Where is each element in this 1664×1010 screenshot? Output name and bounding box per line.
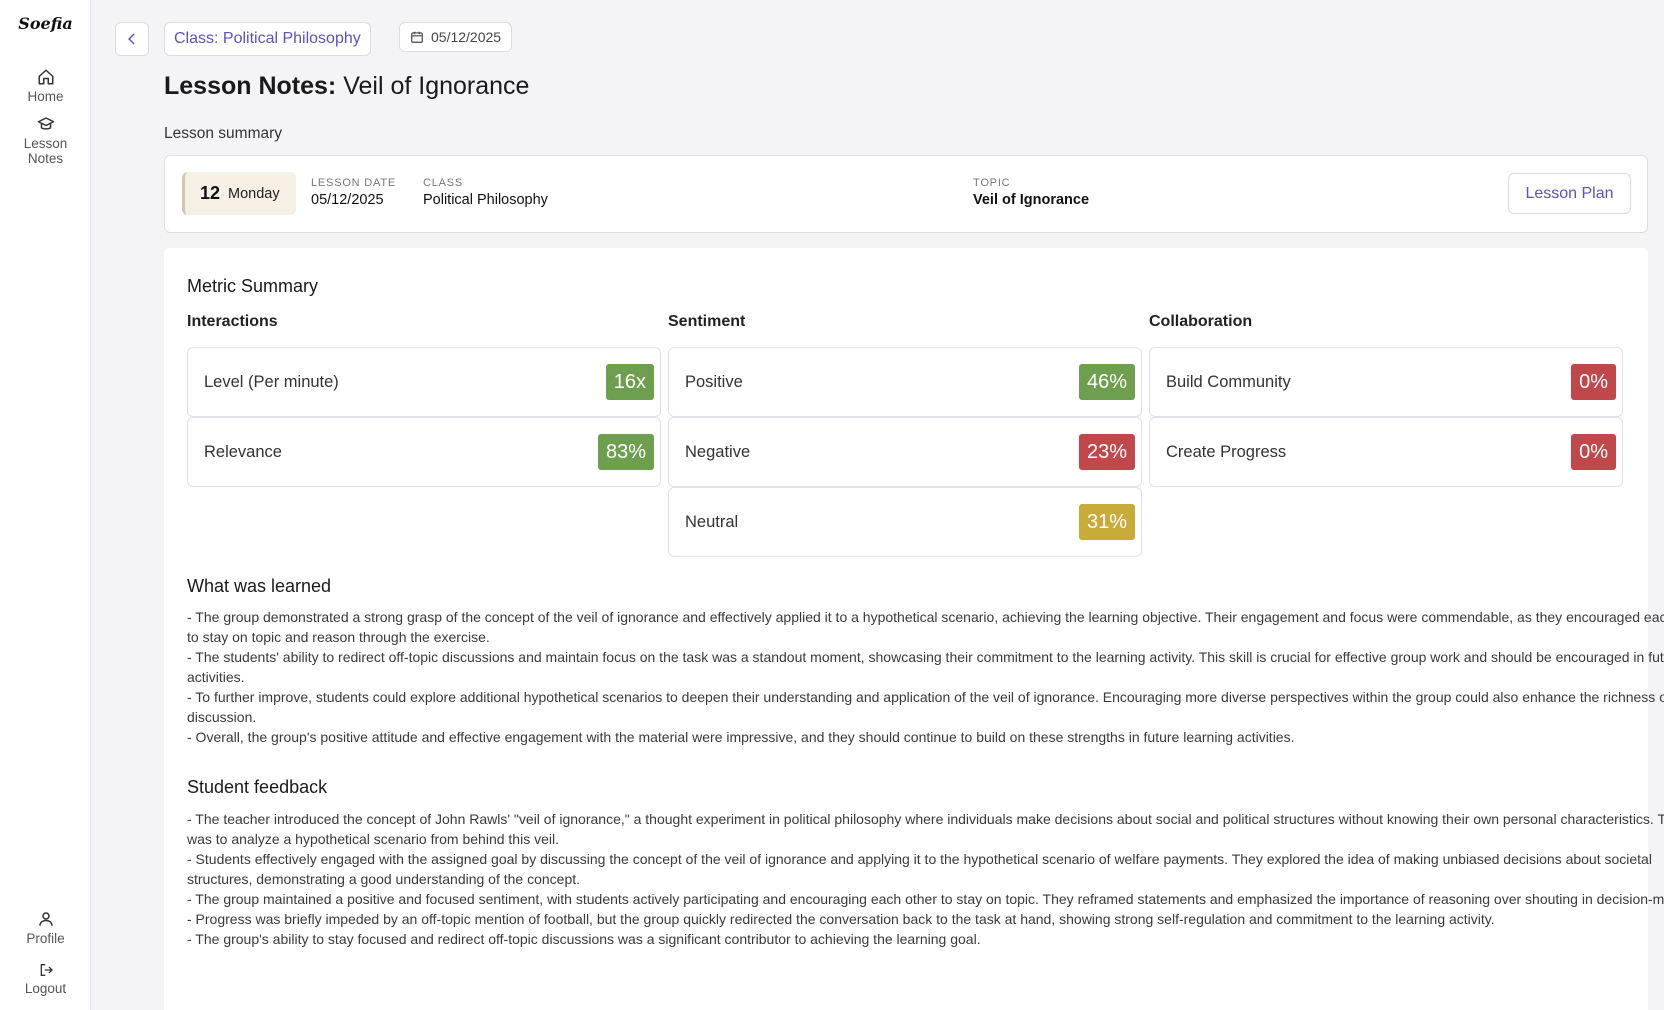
metric-label: Negative (685, 442, 751, 461)
list-item: - The group's ability to stay focused an… (187, 931, 981, 947)
back-button[interactable] (115, 22, 149, 56)
metric-badge: 46% (1078, 364, 1135, 400)
topic-meta: Topic Veil of Ignorance (973, 177, 1090, 208)
lesson-summary-card: 12 Monday Lesson date 05/12/2025 Class P… (164, 155, 1648, 233)
sidebar-item-home[interactable]: Home (0, 68, 91, 104)
day-number: 12 (200, 183, 221, 203)
calendar-icon (411, 31, 423, 43)
sidebar-item-logout[interactable]: Logout (0, 962, 91, 996)
graduation-cap-icon (37, 117, 54, 130)
metric-summary-heading: Metric Summary (187, 276, 319, 296)
metric-badge: 0% (1571, 364, 1616, 400)
metric-relevance: Relevance 83% (187, 417, 661, 487)
metric-level: Level (Per minute) 16x (187, 347, 661, 417)
logout-icon (40, 964, 53, 976)
metric-negative: Negative 23% (668, 417, 1142, 487)
date-chip-label: 05/12/2025 (431, 29, 502, 45)
metric-positive: Positive 46% (668, 347, 1142, 417)
metric-label: Build Community (1166, 372, 1291, 391)
metric-build-community: Build Community 0% (1149, 347, 1623, 417)
main-content: Class: Political Philosophy 05/12/2025 L… (91, 0, 1664, 1010)
lesson-plan-button[interactable]: Lesson Plan (1508, 173, 1631, 214)
lesson-summary-label: Lesson summary (164, 125, 283, 142)
class-meta: Class Political Philosophy (423, 177, 548, 208)
chevron-left-icon (128, 33, 135, 45)
app-logo: Soefia (18, 14, 73, 33)
sidebar-item-label: Lesson Notes (23, 136, 68, 166)
list-item: - To further improve, students could exp… (187, 689, 1664, 725)
sidebar-item-label: Profile (26, 931, 65, 946)
page-title: Lesson Notes: Veil of Ignorance (164, 72, 530, 100)
list-item: - The group demonstrated a strong grasp … (187, 609, 1664, 645)
metric-label: Relevance (204, 442, 282, 461)
metric-badge: 23% (1078, 434, 1135, 470)
what-was-learned-heading: What was learned (187, 576, 332, 596)
metric-label: Create Progress (1166, 442, 1287, 461)
metric-label: Level (Per minute) (204, 372, 339, 391)
sidebar-item-lesson-notes[interactable]: Lesson Notes (0, 115, 91, 166)
metric-badge: 0% (1571, 434, 1616, 470)
collaboration-heading: Collaboration (1149, 313, 1253, 330)
sidebar-item-label: Home (27, 89, 64, 104)
sidebar-item-label: Logout (24, 981, 67, 996)
list-item: - The group maintained a positive and fo… (187, 891, 1664, 907)
sentiment-heading: Sentiment (668, 313, 746, 330)
list-item: - Progress was briefly impeded by an off… (187, 911, 1495, 927)
home-icon (38, 69, 53, 85)
list-item: - The students' ability to redirect off-… (187, 649, 1664, 685)
learned-text: - The group demonstrated a strong grasp … (187, 607, 1664, 747)
date-chip[interactable]: 05/12/2025 (399, 22, 513, 52)
user-icon (38, 912, 53, 926)
list-item: - Students effectively engaged with the … (187, 851, 1652, 887)
metric-label: Positive (685, 372, 743, 391)
interactions-heading: Interactions (187, 313, 278, 330)
metric-badge: 16x (605, 364, 654, 400)
list-item: - The teacher introduced the concept of … (187, 811, 1664, 847)
date-badge: 12 Monday (182, 172, 296, 215)
sidebar-item-profile[interactable]: Profile (0, 910, 91, 946)
list-item: - Overall, the group's positive attitude… (187, 729, 1295, 745)
metric-create-progress: Create Progress 0% (1149, 417, 1623, 487)
class-chip[interactable]: Class: Political Philosophy (164, 22, 371, 56)
lesson-date-meta: Lesson date 05/12/2025 (311, 177, 397, 208)
metric-neutral: Neutral 31% (668, 487, 1142, 557)
metric-badge: 31% (1078, 504, 1135, 540)
student-feedback-heading: Student feedback (187, 777, 328, 797)
metric-label: Neutral (685, 512, 739, 531)
feedback-text: - The teacher introduced the concept of … (187, 809, 1664, 949)
day-name: Monday (228, 185, 280, 202)
metric-badge: 83% (597, 434, 654, 470)
sidebar: Soefia Home Lesson Notes Profile Logout (0, 0, 91, 1010)
